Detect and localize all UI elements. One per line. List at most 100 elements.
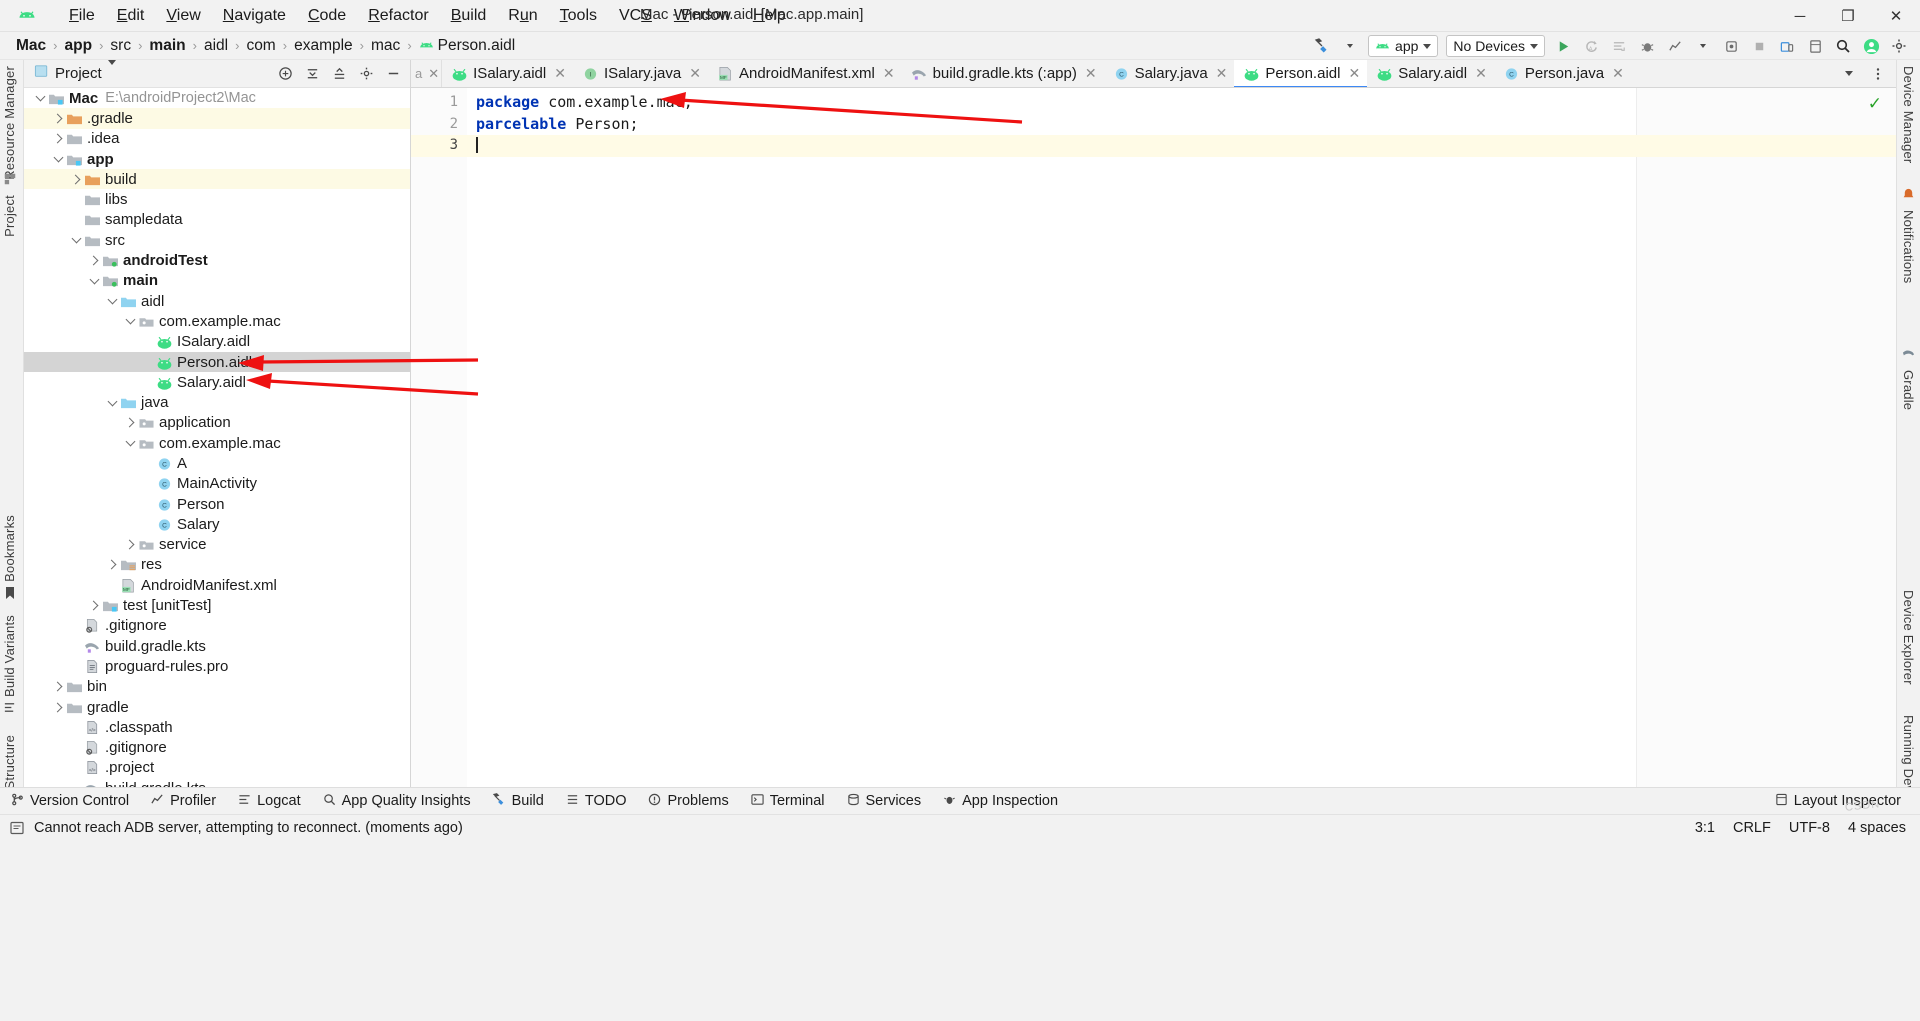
tree-row[interactable]: Person.aidl: [24, 351, 410, 373]
chevron-right-icon[interactable]: [88, 599, 101, 612]
run-icon[interactable]: [1550, 34, 1576, 58]
close-icon[interactable]: ✕: [428, 66, 439, 82]
hide-panel-icon[interactable]: [380, 62, 406, 86]
chevron-right-icon[interactable]: [52, 132, 65, 145]
more-run-options-icon[interactable]: [1690, 34, 1716, 58]
code-editor[interactable]: 123 package com.example.mac; parcelable P…: [411, 88, 1896, 787]
tool-button-build[interactable]: Build: [482, 788, 555, 815]
tool-button-gradle[interactable]: Gradle: [1901, 348, 1916, 410]
menu-build[interactable]: Build: [440, 3, 498, 29]
debug-icon[interactable]: [1634, 34, 1660, 58]
chevron-down-icon[interactable]: [70, 233, 83, 247]
tree-row[interactable]: </> .classpath: [24, 717, 410, 737]
run-configuration-selector[interactable]: app: [1368, 35, 1439, 57]
layout-inspector-icon[interactable]: [1802, 34, 1828, 58]
breadcrumb-item-src[interactable]: src: [106, 36, 135, 56]
menu-edit[interactable]: Edit: [106, 3, 156, 29]
tool-button-notifications[interactable]: Notifications: [1901, 188, 1916, 283]
chevron-right-icon[interactable]: [124, 538, 137, 551]
caret-position[interactable]: 3:1: [1695, 820, 1715, 836]
chevron-down-icon[interactable]: [52, 152, 65, 166]
profile-icon[interactable]: [1662, 34, 1688, 58]
breadcrumb-item-mac[interactable]: Mac: [12, 36, 50, 56]
hammer-icon[interactable]: [1309, 34, 1335, 58]
menu-run[interactable]: Run: [497, 3, 548, 29]
chevron-down-icon[interactable]: [107, 59, 116, 83]
editor-tab[interactable]: C Salary.java ✕: [1104, 60, 1235, 87]
breadcrumb-item-aidl[interactable]: aidl: [200, 36, 232, 56]
menu-code[interactable]: Code: [297, 3, 357, 29]
code-content[interactable]: package com.example.mac; parcelable Perso…: [467, 88, 1896, 787]
editor-tab[interactable]: Person.aidl ✕: [1234, 60, 1368, 87]
chevron-right-icon[interactable]: [52, 112, 65, 125]
chevron-right-icon[interactable]: [52, 701, 65, 714]
breadcrumb-item-com[interactable]: com: [242, 36, 279, 56]
select-opened-file-icon[interactable]: [272, 62, 298, 86]
breadcrumb-item-example[interactable]: example: [290, 36, 357, 56]
tree-row[interactable]: com.example.mac: [24, 311, 410, 331]
device-selector[interactable]: No Devices: [1446, 35, 1545, 57]
tree-row[interactable]: Mac E:\androidProject2\Mac: [24, 88, 410, 108]
project-tree[interactable]: Mac E:\androidProject2\Mac .gradle .idea app…: [24, 88, 410, 787]
tree-row[interactable]: C Salary: [24, 514, 410, 534]
editor-tab[interactable]: MF AndroidManifest.xml ✕: [708, 60, 902, 87]
tree-row[interactable]: com.example.mac: [24, 433, 410, 453]
tree-row[interactable]: build.gradle.kts: [24, 778, 410, 787]
maximize-button[interactable]: ❐: [1824, 0, 1872, 32]
apply-changes-icon[interactable]: A: [1578, 34, 1604, 58]
tree-row[interactable]: Salary.aidl: [24, 372, 410, 392]
menu-navigate[interactable]: Navigate: [212, 3, 297, 29]
tool-button-resource-manager[interactable]: Resource Manager: [2, 66, 17, 180]
status-message[interactable]: Cannot reach ADB server, attempting to r…: [34, 820, 463, 836]
chevron-down-icon[interactable]: [106, 294, 119, 308]
tree-row[interactable]: C MainActivity: [24, 474, 410, 494]
tool-button-bookmarks[interactable]: Bookmarks: [2, 515, 17, 605]
chevron-down-icon[interactable]: [34, 91, 47, 105]
tree-row[interactable]: .gitignore: [24, 616, 410, 636]
close-icon[interactable]: ✕: [1475, 65, 1487, 82]
settings-gear-icon[interactable]: [353, 62, 379, 86]
tool-button-version-control[interactable]: Version Control: [0, 788, 140, 815]
code-line[interactable]: package com.example.mac;: [467, 92, 1896, 114]
settings-gear-icon[interactable]: [1886, 34, 1912, 58]
tree-row[interactable]: test [unitTest]: [24, 595, 410, 615]
tree-row[interactable]: .gradle: [24, 108, 410, 129]
tree-row[interactable]: .idea: [24, 129, 410, 149]
user-avatar-icon[interactable]: [1858, 34, 1884, 58]
indent-setting[interactable]: 4 spaces: [1848, 820, 1906, 836]
editor-tab[interactable]: Salary.aidl ✕: [1367, 60, 1494, 87]
menu-refactor[interactable]: Refactor: [357, 3, 439, 29]
close-icon[interactable]: ✕: [1612, 65, 1624, 82]
close-icon[interactable]: ✕: [1348, 65, 1360, 82]
tree-row[interactable]: src: [24, 230, 410, 250]
device-manager-icon[interactable]: [1774, 34, 1800, 58]
tree-row[interactable]: application: [24, 413, 410, 433]
tool-button-todo[interactable]: TODO: [555, 788, 638, 815]
tree-row[interactable]: libs: [24, 189, 410, 209]
minimize-button[interactable]: ─: [1776, 0, 1824, 32]
tool-button-project[interactable]: Project: [2, 172, 17, 237]
code-line[interactable]: parcelable Person;: [467, 114, 1896, 136]
editor-tab[interactable]: I ISalary.java ✕: [573, 60, 708, 87]
tool-button-build-variants[interactable]: Build Variants: [2, 615, 17, 719]
close-icon[interactable]: ✕: [1085, 65, 1097, 82]
tree-row[interactable]: MF AndroidManifest.xml: [24, 575, 410, 595]
close-icon[interactable]: ✕: [883, 65, 895, 82]
tool-button-profiler[interactable]: Profiler: [140, 788, 227, 815]
chevron-down-icon[interactable]: [124, 314, 137, 328]
tool-button-services[interactable]: Services: [836, 788, 933, 815]
menu-view[interactable]: View: [155, 3, 211, 29]
tree-row[interactable]: androidTest: [24, 250, 410, 270]
editor-tab[interactable]: C Person.java ✕: [1494, 60, 1631, 87]
tool-button-layout-inspector[interactable]: Layout Inspector: [1764, 788, 1912, 815]
tree-row[interactable]: main: [24, 271, 410, 291]
tree-row[interactable]: res: [24, 555, 410, 575]
breadcrumb-item-main[interactable]: main: [145, 36, 189, 56]
editor-tab[interactable]: ISalary.aidl ✕: [442, 60, 573, 87]
tree-row[interactable]: C Person: [24, 494, 410, 514]
chevron-down-icon[interactable]: [124, 436, 137, 450]
stop-icon[interactable]: [1746, 34, 1772, 58]
tree-row[interactable]: .gitignore: [24, 738, 410, 758]
menu-file[interactable]: File: [58, 3, 106, 29]
file-encoding[interactable]: UTF-8: [1789, 820, 1830, 836]
